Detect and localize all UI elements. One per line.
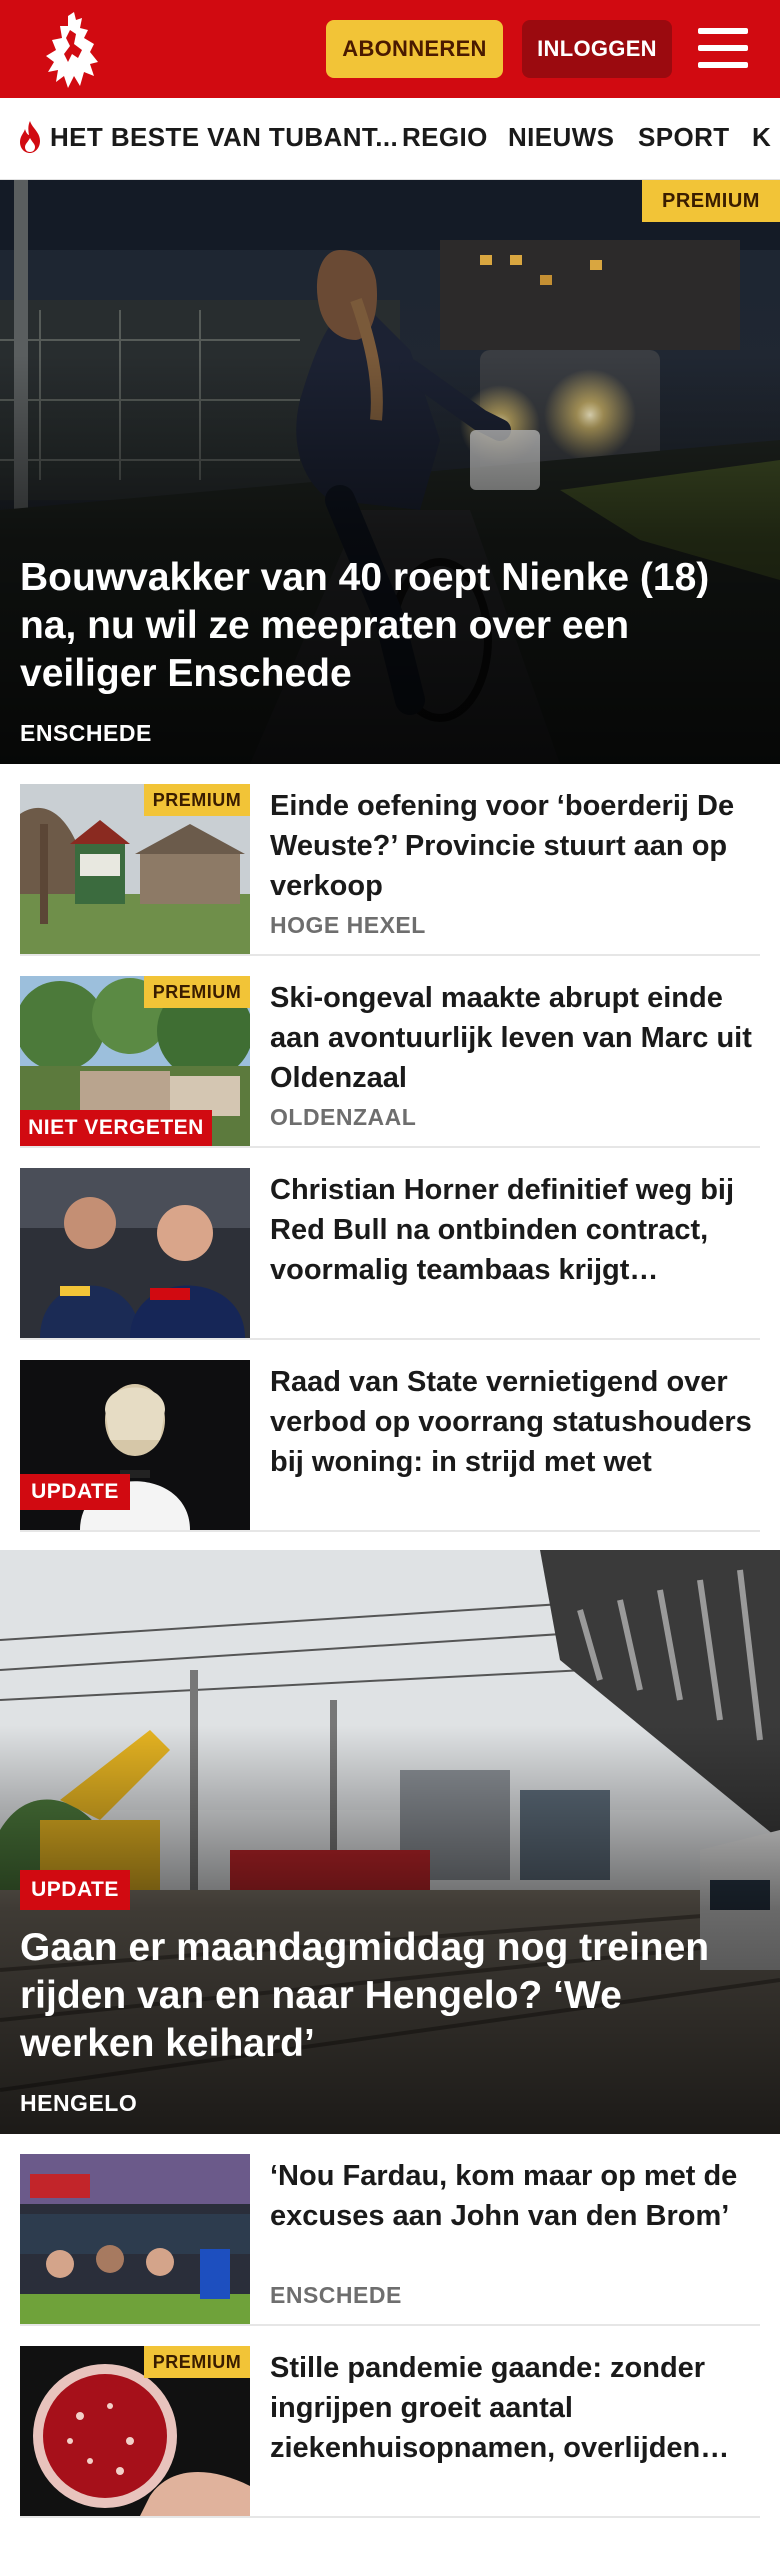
article-thumbnail	[20, 1168, 250, 1338]
hero-title[interactable]: Gaan er maandagmiddag nog treinen rijden…	[20, 1924, 760, 2068]
article-location: OLDENZAAL	[270, 1104, 417, 1130]
hero-location: HENGELO	[20, 2090, 138, 2116]
section-nav: HET BESTE VAN TUBANT... REGIO NIEUWS SPO…	[0, 98, 780, 180]
hero-title[interactable]: Bouwvakker van 40 roept Nienke (18) na, …	[20, 554, 760, 698]
flame-icon	[20, 121, 40, 153]
niet-vergeten-badge: NIET VERGETEN	[20, 1110, 212, 1146]
article-location: ENSCHEDE	[270, 2282, 402, 2308]
nav-item-more[interactable]: K	[752, 122, 771, 153]
premium-badge: PREMIUM	[144, 784, 250, 816]
hero-article[interactable]: UPDATE Gaan er maandagmiddag nog treinen…	[0, 1550, 780, 2134]
subscribe-button[interactable]: ABONNEREN	[326, 20, 503, 78]
hero-location: ENSCHEDE	[20, 720, 152, 746]
nav-item-sport[interactable]: SPORT	[638, 122, 730, 153]
list-item[interactable]: PREMIUM Einde oefening voor ‘boerderij D…	[20, 764, 760, 956]
article-title[interactable]: Einde oefening voor ‘boerderij De Weuste…	[270, 786, 760, 906]
hero-article[interactable]: PREMIUM Bouwvakker van 40 roept Nienke (…	[0, 180, 780, 764]
article-title[interactable]: Ski-ongeval maakte abrupt einde aan avon…	[270, 978, 760, 1098]
article-title[interactable]: Christian Horner definitief weg bij Red …	[270, 1170, 760, 1290]
article-thumbnail	[20, 2154, 250, 2324]
list-item[interactable]: ‘Nou Fardau, kom maar op met de excuses …	[20, 2134, 760, 2326]
premium-badge: PREMIUM	[144, 976, 250, 1008]
list-item[interactable]: PREMIUM Stille pandemie gaande: zonder i…	[20, 2326, 760, 2518]
update-badge: UPDATE	[20, 1870, 130, 1910]
premium-badge: PREMIUM	[642, 180, 780, 222]
list-item[interactable]: Christian Horner definitief weg bij Red …	[20, 1148, 760, 1340]
premium-badge: PREMIUM	[144, 2346, 250, 2378]
nav-item-best-of[interactable]: HET BESTE VAN TUBANT...	[50, 122, 398, 153]
list-item[interactable]: UPDATE Raad van State vernietigend over …	[20, 1340, 760, 1532]
article-title[interactable]: Stille pandemie gaande: zonder ingrijpen…	[270, 2348, 760, 2468]
menu-icon[interactable]	[698, 26, 752, 70]
nav-item-regio[interactable]: REGIO	[402, 122, 488, 153]
article-title[interactable]: Raad van State vernietigend over verbod …	[270, 1362, 760, 1482]
article-title[interactable]: ‘Nou Fardau, kom maar op met de excuses …	[270, 2156, 760, 2236]
tubantia-logo-icon[interactable]	[38, 10, 106, 90]
list-item[interactable]: PREMIUM NIET VERGETEN Ski-ongeval maakte…	[20, 956, 760, 1148]
login-button[interactable]: INLOGGEN	[522, 20, 672, 78]
update-badge: UPDATE	[20, 1474, 130, 1510]
article-location: HOGE HEXEL	[270, 912, 426, 938]
top-bar: ABONNEREN INLOGGEN	[0, 0, 780, 98]
nav-item-nieuws[interactable]: NIEUWS	[508, 122, 614, 153]
